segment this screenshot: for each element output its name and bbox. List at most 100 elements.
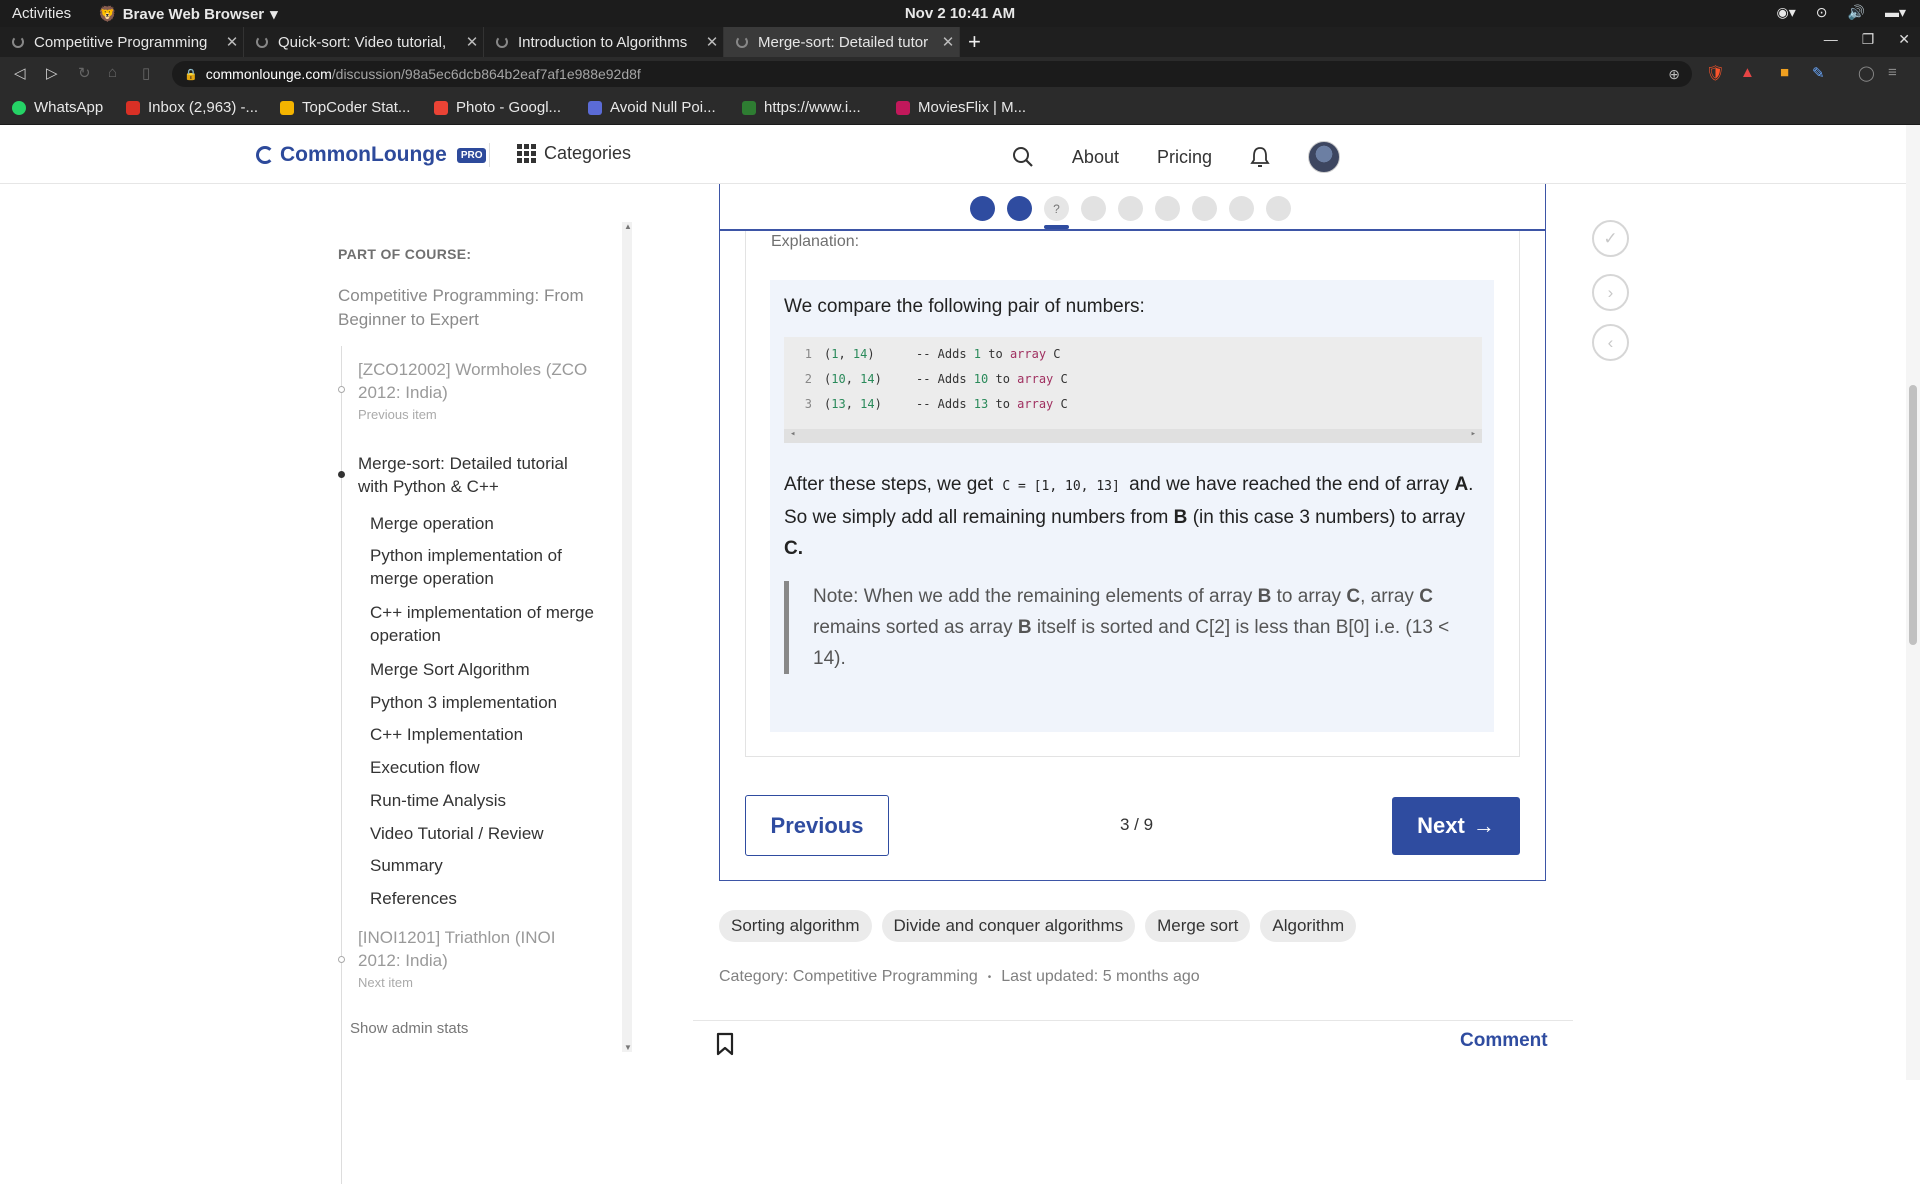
page-scrollbar[interactable] [1906,125,1920,1080]
section-link[interactable]: Python implementation of merge operation [370,544,610,590]
progress-dot-current[interactable]: ? [1044,196,1069,229]
tag[interactable]: Algorithm [1260,910,1357,942]
bookmark-topcoder[interactable]: TopCoder Stat... [280,99,410,116]
minimize-icon[interactable]: — [1824,31,1838,48]
next-item[interactable]: [INOI1201] Triathlon (INOI 2012: India) … [358,926,598,992]
bookmark-label: Inbox (2,963) -... [148,99,259,116]
tab-merge-sort[interactable]: Merge-sort: Detailed tutor ✕ [724,27,960,57]
chevron-right-icon[interactable]: › [1592,274,1629,311]
brave-rewards-icon[interactable]: ▲ [1740,64,1755,81]
previous-item-title: [ZCO12002] Wormholes (ZCO 2012: India) [358,360,588,402]
bookmark-moviesflix[interactable]: MoviesFlix | M... [896,99,1026,116]
maximize-icon[interactable]: ❐ [1862,31,1875,48]
close-tab-icon[interactable]: ✕ [937,33,959,51]
forward-icon[interactable]: ▷ [46,64,58,82]
app-menu[interactable]: 🦁 Brave Web Browser ▾ [98,5,278,24]
brave-shields-icon[interactable]: 🛡 [1706,64,1725,82]
progress-dot[interactable] [1266,196,1291,221]
previous-button[interactable]: Previous [745,795,889,856]
address-bar[interactable]: 🔒 commonlounge.com/discussion/98a5ec6dcb… [172,61,1692,87]
zoom-icon[interactable]: ⊕ [1668,66,1680,83]
comment-button[interactable]: Comment [1460,1030,1548,1052]
section-link[interactable]: C++ Implementation [370,723,610,746]
section-link[interactable]: Execution flow [370,756,610,779]
section-link[interactable]: Summary [370,854,610,877]
chevron-left-icon[interactable]: ‹ [1592,324,1629,361]
bold-text: B [1017,617,1032,638]
scroll-left-icon[interactable]: ◂ [790,429,795,439]
progress-dot[interactable] [1118,196,1143,221]
reload-icon[interactable]: ↻ [78,64,91,82]
category-link[interactable]: Category: Competitive Programming [719,968,978,986]
about-link[interactable]: About [1072,147,1119,168]
system-tray[interactable]: ◉▾ ⊙ 🔊 ▬▾ [1777,4,1906,21]
section-link[interactable]: Run-time Analysis [370,789,610,812]
tag[interactable]: Sorting algorithm [719,910,872,942]
categories-menu[interactable]: Categories [517,143,631,164]
tag[interactable]: Divide and conquer algorithms [881,910,1136,942]
battery-icon[interactable]: ▬▾ [1885,4,1906,21]
bookmark-page-icon[interactable]: ▯ [142,64,150,82]
section-link[interactable]: Video Tutorial / Review [370,822,610,845]
bookmark-photo[interactable]: Photo - Googl... [434,99,561,116]
check-icon[interactable]: ✓ [1592,220,1629,257]
close-tab-icon[interactable]: ✕ [221,33,243,51]
back-icon[interactable]: ◁ [14,64,26,82]
clock[interactable]: Nov 2 10:41 AM [0,5,1920,22]
sidebar-scrollbar[interactable]: ▲ ▼ [622,222,632,1052]
activities-button[interactable]: Activities [12,5,71,22]
tab-intro-algorithms[interactable]: Introduction to Algorithms ✕ [484,27,724,57]
extension-icon[interactable]: ■ [1780,64,1789,81]
close-window-icon[interactable]: ✕ [1898,31,1910,48]
search-icon[interactable] [1012,146,1034,168]
home-icon[interactable]: ⌂ [108,64,117,81]
pen-extension-icon[interactable]: ✎ [1812,64,1825,82]
current-item[interactable]: Merge-sort: Detailed tutorial with Pytho… [358,452,598,498]
site-header: CommonLounge PRO Categories About Pricin… [0,125,1920,184]
bookmark-avoid-null[interactable]: Avoid Null Poi... [588,99,716,116]
commonlounge-logo[interactable]: CommonLounge PRO [256,143,487,167]
bell-icon[interactable] [1250,146,1270,168]
volume-icon[interactable]: 🔊 [1848,4,1865,21]
tab-quick-sort[interactable]: Quick-sort: Video tutorial, ✕ [244,27,484,57]
bookmark-icon[interactable] [716,1032,734,1056]
code-line: 3 (13, 14) -- Adds 13 to array C [784,391,1482,416]
code-block[interactable]: 1 (1, 14) -- Adds 1 to array C 2 (10, 14… [784,337,1482,443]
course-link[interactable]: Competitive Programming: From Beginner t… [338,284,598,332]
section-link[interactable]: References [370,887,610,910]
section-link[interactable]: Python 3 implementation [370,691,610,714]
progress-dot[interactable] [1192,196,1217,221]
profile-icon[interactable]: ◯ [1858,64,1875,82]
progress-dot[interactable] [1155,196,1180,221]
show-admin-stats-link[interactable]: Show admin stats [350,1020,468,1037]
close-tab-icon[interactable]: ✕ [461,33,483,51]
user-avatar[interactable] [1308,141,1340,173]
network-icon[interactable]: ⊙ [1816,4,1828,21]
previous-item[interactable]: [ZCO12002] Wormholes (ZCO 2012: India) P… [358,358,598,424]
next-button[interactable]: Next → [1392,797,1520,855]
tab-competitive-programming[interactable]: Competitive Programming ✕ [0,27,244,57]
bookmark-inbox[interactable]: Inbox (2,963) -... [126,99,258,116]
progress-dot[interactable] [1229,196,1254,221]
new-tab-icon[interactable]: + [968,29,981,55]
scroll-down-icon[interactable]: ▼ [624,1043,632,1052]
url-path: /discussion/98a5ec6dcb864b2eaf7af1e988e9… [331,66,641,82]
bookmark-whatsapp[interactable]: WhatsApp [12,99,103,116]
section-link[interactable]: C++ implementation of merge operation [370,601,610,647]
progress-dot-done[interactable] [1007,196,1032,221]
section-link[interactable]: Merge operation [370,512,610,535]
tag[interactable]: Merge sort [1145,910,1251,942]
code-scrollbar[interactable]: ◂ ▸ [784,429,1482,443]
section-link[interactable]: Merge Sort Algorithm [370,658,610,681]
scroll-up-icon[interactable]: ▲ [624,222,632,231]
progress-dot-done[interactable] [970,196,995,221]
bookmark-https[interactable]: https://www.i... [742,99,861,116]
menu-icon[interactable]: ≡ [1888,64,1897,81]
scroll-right-icon[interactable]: ▸ [1471,429,1476,439]
scrollbar-thumb[interactable] [1909,385,1917,645]
whatsapp-icon [12,100,26,115]
close-tab-icon[interactable]: ✕ [701,33,723,51]
progress-dot[interactable] [1081,196,1106,221]
accessibility-icon[interactable]: ◉▾ [1777,4,1796,21]
pricing-link[interactable]: Pricing [1157,147,1212,168]
